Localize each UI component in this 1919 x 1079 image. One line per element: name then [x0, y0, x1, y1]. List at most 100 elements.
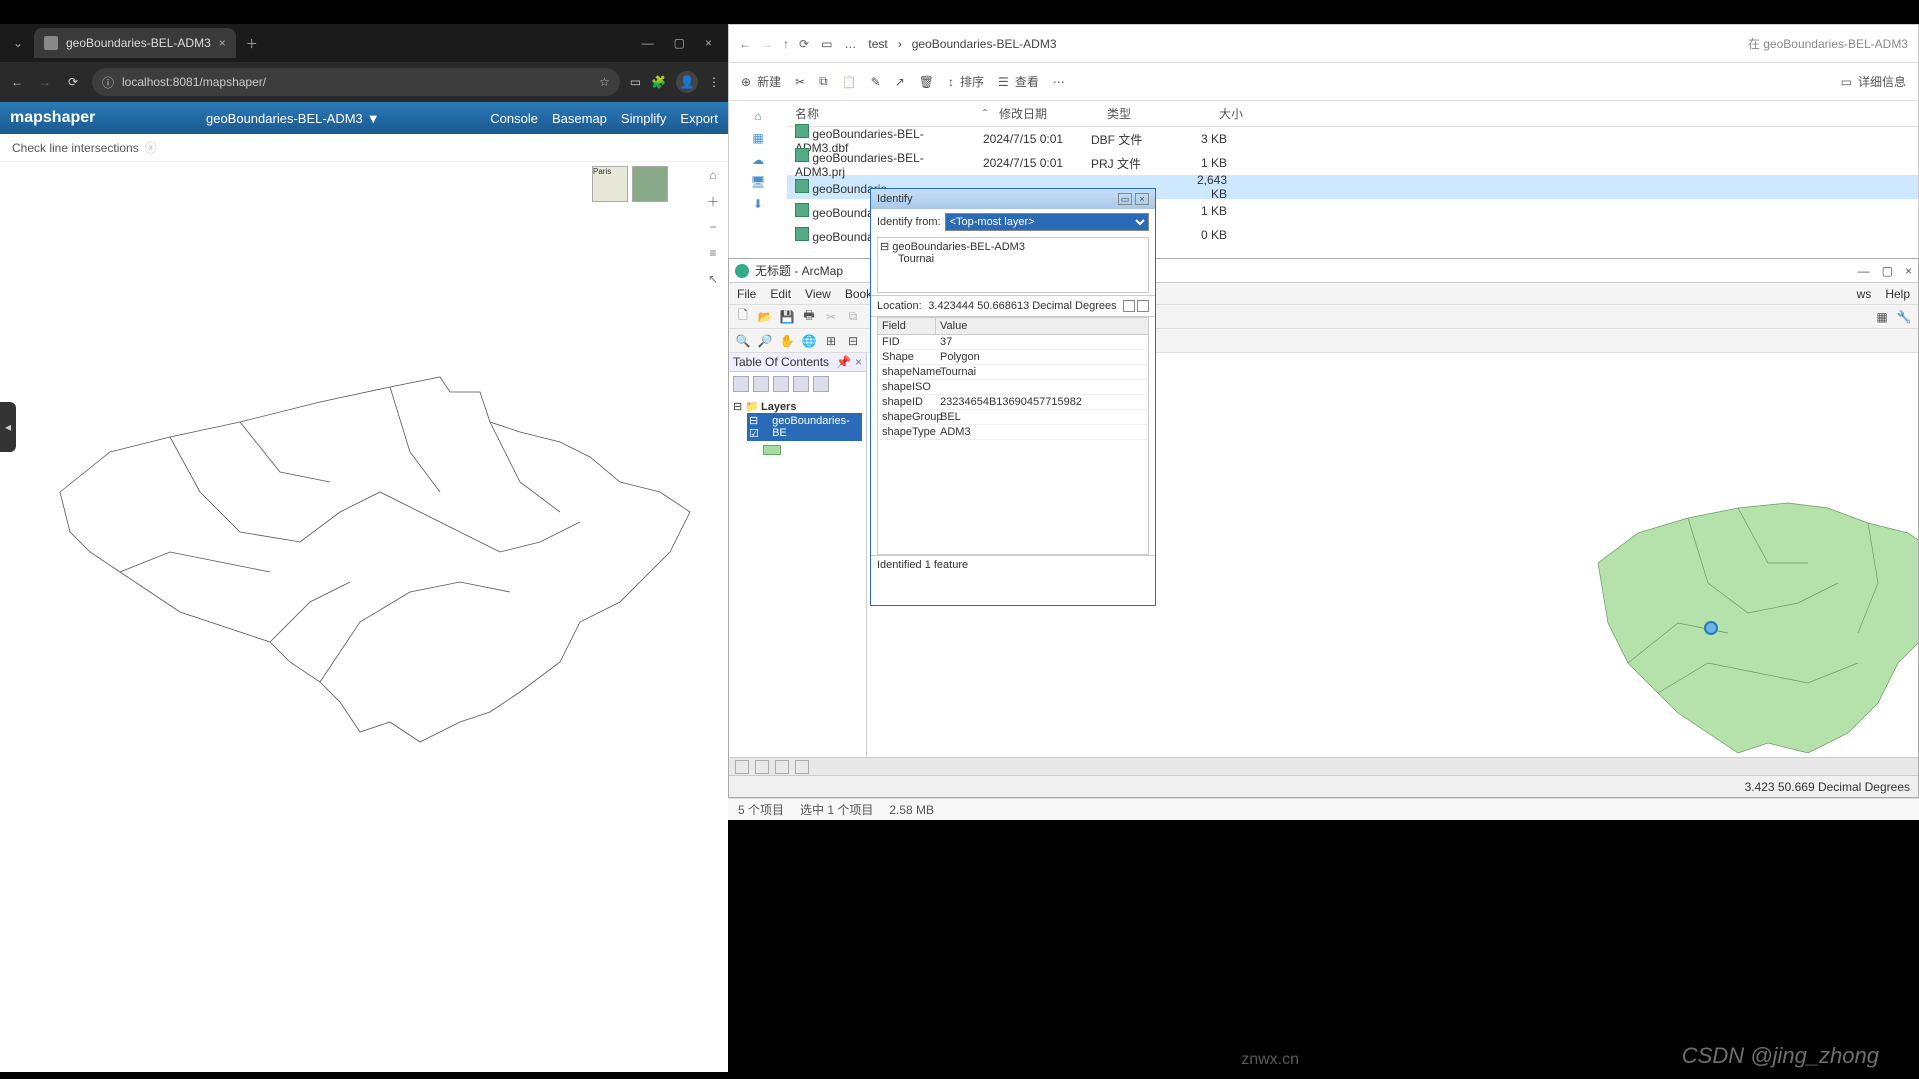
- open-icon[interactable]: 📂: [757, 309, 773, 325]
- attr-row[interactable]: FID37: [878, 335, 1148, 350]
- print-icon[interactable]: 🖶: [801, 309, 817, 325]
- details-button[interactable]: ▭详细信息: [1841, 73, 1906, 90]
- attr-row[interactable]: shapeGroupBEL: [878, 410, 1148, 425]
- toolbox-icon[interactable]: 🔧: [1896, 309, 1912, 325]
- breadcrumb[interactable]: test: [868, 37, 887, 51]
- new-button[interactable]: ⊕新建: [741, 73, 781, 90]
- list-by-selection-icon[interactable]: [793, 376, 809, 392]
- basemap-thumb[interactable]: Paris: [592, 166, 628, 202]
- search-input[interactable]: 在 geoBoundaries-BEL-ADM3: [1748, 35, 1908, 52]
- attr-row[interactable]: shapeNameTournai: [878, 365, 1148, 380]
- pointer-icon[interactable]: ↖: [704, 270, 722, 288]
- list-by-source-icon[interactable]: [753, 376, 769, 392]
- menu-file[interactable]: File: [737, 287, 756, 301]
- full-extent-icon[interactable]: 🌐: [801, 333, 817, 349]
- tree-layer[interactable]: ⊟ geoBoundaries-BEL-ADM3: [880, 240, 1146, 253]
- basemap-thumb[interactable]: [632, 166, 668, 202]
- zoom-out-icon[interactable]: −: [704, 218, 722, 236]
- list-by-drawing-icon[interactable]: [733, 376, 749, 392]
- column-size[interactable]: 大小: [1191, 105, 1251, 122]
- message-text[interactable]: Check line intersections: [12, 141, 139, 155]
- maximize-icon[interactable]: ▭: [1118, 193, 1132, 205]
- file-row[interactable]: geoBoundaries-BEL-ADM3.prj2024/7/15 0:01…: [787, 151, 1918, 175]
- gallery-icon[interactable]: ▦: [752, 131, 763, 145]
- attr-row[interactable]: shapeTypeADM3: [878, 425, 1148, 440]
- menu-help[interactable]: Help: [1885, 287, 1910, 301]
- menu-windows[interactable]: ws: [1857, 287, 1872, 301]
- tabs-dropdown-icon[interactable]: ⌄: [8, 33, 28, 53]
- rename-icon[interactable]: ✎: [871, 75, 881, 89]
- reload-icon[interactable]: ⟳: [64, 75, 82, 89]
- new-icon[interactable]: 🗋: [735, 309, 751, 325]
- column-type[interactable]: 类型: [1099, 105, 1191, 122]
- profile-icon[interactable]: 👤: [676, 71, 698, 93]
- site-info-icon[interactable]: ⓘ: [102, 74, 114, 91]
- menu-edit[interactable]: Edit: [770, 287, 791, 301]
- new-tab-icon[interactable]: ＋: [246, 35, 258, 52]
- copy-icon[interactable]: ⧉: [819, 74, 828, 89]
- attr-row[interactable]: shapeISO: [878, 380, 1148, 395]
- close-icon[interactable]: ×: [705, 36, 712, 50]
- view-button[interactable]: ☰查看: [998, 73, 1039, 90]
- column-name[interactable]: 名称: [787, 105, 975, 122]
- back-icon[interactable]: ←: [739, 37, 751, 51]
- cloud-icon[interactable]: ☁: [752, 153, 764, 167]
- options-icon[interactable]: [813, 376, 829, 392]
- fixed-zoom-out-icon[interactable]: ⊟: [845, 333, 861, 349]
- zoom-in-icon[interactable]: 🔍: [735, 333, 751, 349]
- delete-icon[interactable]: 🗑: [919, 75, 934, 89]
- share-icon[interactable]: ↗: [895, 75, 905, 89]
- attr-row[interactable]: ShapePolygon: [878, 350, 1148, 365]
- reader-icon[interactable]: ▭: [630, 75, 641, 89]
- layout-view-icon[interactable]: [755, 760, 769, 774]
- console-link[interactable]: Console: [490, 111, 538, 126]
- zoom-out-icon[interactable]: 🔎: [757, 333, 773, 349]
- refresh-icon[interactable]: ⟳: [799, 37, 809, 51]
- paste-icon[interactable]: 📋: [842, 75, 857, 89]
- downloads-icon[interactable]: ⬇: [753, 197, 763, 211]
- side-tab-handle[interactable]: ◂: [0, 402, 16, 452]
- breadcrumb[interactable]: geoBoundaries-BEL-ADM3: [912, 37, 1057, 51]
- copy-icon[interactable]: ⧉: [845, 309, 861, 325]
- forward-icon[interactable]: →: [761, 37, 773, 51]
- close-icon[interactable]: ×: [1905, 264, 1912, 278]
- column-date[interactable]: 修改日期: [991, 105, 1099, 122]
- maximize-icon[interactable]: ▢: [674, 36, 685, 50]
- tab-close-icon[interactable]: ×: [219, 36, 226, 50]
- close-icon[interactable]: ×: [1135, 193, 1149, 205]
- close-icon[interactable]: ×: [855, 355, 862, 369]
- basemap-link[interactable]: Basemap: [552, 111, 607, 126]
- more-icon[interactable]: ⋯: [1053, 75, 1065, 89]
- extensions-icon[interactable]: 🧩: [651, 75, 666, 89]
- identify-titlebar[interactable]: Identify ▭ ×: [871, 189, 1155, 209]
- identify-from-select[interactable]: <Top-most layer>: [945, 213, 1149, 231]
- home-icon[interactable]: ⌂: [704, 166, 722, 184]
- simplify-link[interactable]: Simplify: [621, 111, 667, 126]
- menu-icon[interactable]: ⋮: [708, 75, 720, 89]
- tree-feature[interactable]: Tournai: [898, 253, 1146, 265]
- url-field[interactable]: ⓘ localhost:8081/mapshaper/ ☆: [92, 68, 620, 96]
- bookmark-icon[interactable]: ☆: [599, 75, 610, 89]
- attr-row[interactable]: shapeID23234654B13690457715982: [878, 395, 1148, 410]
- fixed-zoom-in-icon[interactable]: ⊞: [823, 333, 839, 349]
- browser-tab[interactable]: geoBoundaries-BEL-ADM3 ×: [34, 28, 236, 58]
- minimize-icon[interactable]: —: [642, 36, 654, 50]
- maximize-icon[interactable]: ▢: [1882, 264, 1893, 278]
- cut-icon[interactable]: ✂: [795, 75, 805, 89]
- save-icon[interactable]: 💾: [779, 309, 795, 325]
- data-view-icon[interactable]: [735, 760, 749, 774]
- home-icon[interactable]: ⌂: [754, 109, 761, 123]
- flash-icon[interactable]: [1123, 300, 1135, 312]
- list-by-visibility-icon[interactable]: [773, 376, 789, 392]
- more-icon[interactable]: …: [844, 37, 856, 51]
- layers-icon[interactable]: ≡: [704, 244, 722, 262]
- pin-icon[interactable]: 📌: [836, 355, 851, 369]
- refresh-icon[interactable]: [775, 760, 789, 774]
- up-icon[interactable]: ↑: [783, 37, 789, 51]
- message-close-icon[interactable]: ⓧ: [145, 139, 157, 156]
- layer-selector[interactable]: geoBoundaries-BEL-ADM3 ▼: [206, 111, 380, 126]
- forward-icon[interactable]: →: [36, 75, 54, 89]
- catalog-icon[interactable]: ▦: [1874, 309, 1890, 325]
- desktop-icon[interactable]: 🖥: [750, 175, 765, 189]
- sort-button[interactable]: ↕排序: [948, 73, 984, 90]
